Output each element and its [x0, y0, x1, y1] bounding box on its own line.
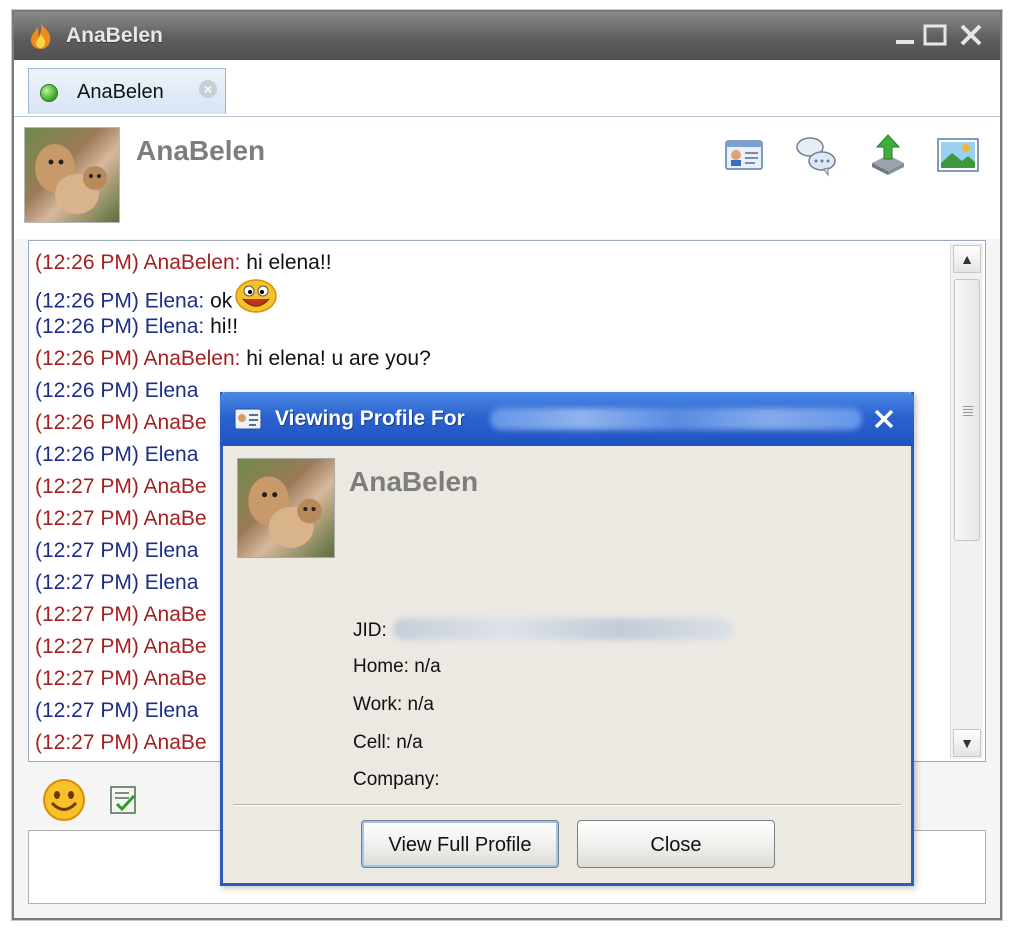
message-sender-time: (12:26 PM) AnaBelen: — [35, 347, 241, 370]
contact-name: AnaBelen — [136, 135, 266, 166]
app-flame-icon — [28, 22, 54, 56]
chat-message: (12:26 PM) Elena: ok — [35, 279, 945, 313]
tab-anabelen[interactable]: AnaBelen × — [28, 68, 226, 114]
chat-message: (12:26 PM) AnaBelen: hi elena! u are you… — [35, 343, 945, 375]
message-sender-time: (12:27 PM) AnaBe — [35, 635, 207, 658]
home-field: Home: n/a — [353, 656, 441, 677]
message-sender-time: (12:27 PM) AnaBe — [35, 731, 207, 754]
chat-bubbles-icon[interactable] — [794, 133, 838, 177]
transcript-scrollbar[interactable]: ▲ ▼ — [950, 243, 983, 759]
company-field: Company: — [353, 769, 440, 790]
scroll-down-button[interactable]: ▼ — [953, 729, 981, 757]
message-sender-time: (12:26 PM) AnaBe — [35, 411, 207, 434]
profile-name: AnaBelen — [349, 466, 479, 497]
chat-message: (12:26 PM) AnaBelen: hi elena!! — [35, 247, 945, 279]
contact-avatar — [24, 127, 120, 223]
message-sender-time: (12:26 PM) Elena — [35, 379, 199, 402]
message-sender-time: (12:26 PM) Elena — [35, 443, 199, 466]
maximize-button[interactable] — [922, 22, 948, 48]
jid-label: JID: — [353, 620, 387, 641]
minimize-button[interactable] — [892, 22, 918, 48]
message-sender-time: (12:27 PM) AnaBe — [35, 507, 207, 530]
cell-field: Cell: n/a — [353, 732, 423, 753]
dialog-titlebar[interactable]: Viewing Profile For — [220, 392, 914, 446]
work-field: Work: n/a — [353, 694, 434, 715]
redacted-jid-title — [490, 408, 862, 430]
profile-card-icon — [234, 408, 262, 435]
message-sender-time: (12:27 PM) Elena — [35, 539, 199, 562]
message-text: hi elena!! — [240, 251, 332, 274]
dialog-title: Viewing Profile For — [275, 407, 465, 430]
dialog-separator — [233, 804, 901, 806]
scroll-thumb[interactable] — [954, 279, 980, 541]
message-sender-time: (12:27 PM) AnaBe — [35, 475, 207, 498]
send-file-icon[interactable] — [866, 133, 910, 177]
conversation-tabstrip: AnaBelen × — [14, 60, 1000, 117]
tab-label: AnaBelen — [77, 81, 164, 103]
contact-card-icon[interactable] — [722, 133, 766, 177]
profile-dialog: Viewing Profile For AnaBelen JID: Home: … — [220, 392, 914, 886]
message-sender-time: (12:26 PM) Elena: — [35, 289, 205, 313]
window-titlebar[interactable]: AnaBelen — [14, 12, 1000, 60]
window-title: AnaBelen — [66, 24, 163, 47]
message-sender-time: (12:27 PM) Elena — [35, 699, 199, 722]
online-status-icon — [40, 84, 58, 102]
message-text: hi!! — [204, 315, 239, 338]
smiley-emoticon-icon — [234, 279, 278, 325]
emoticon-icon[interactable] — [42, 778, 86, 827]
scroll-up-button[interactable]: ▲ — [953, 245, 981, 273]
close-window-button[interactable] — [958, 22, 984, 48]
message-sender-time: (12:26 PM) Elena: — [35, 315, 205, 338]
message-sender-time: (12:27 PM) AnaBe — [35, 603, 207, 626]
message-text: ok — [204, 289, 233, 313]
message-text: hi elena! u are you? — [240, 347, 431, 370]
close-button[interactable]: Close — [577, 820, 775, 868]
dialog-close-icon[interactable] — [870, 405, 898, 433]
redacted-jid-value — [393, 618, 733, 640]
message-sender-time: (12:26 PM) AnaBelen: — [35, 251, 241, 274]
message-sender-time: (12:27 PM) Elena — [35, 571, 199, 594]
chat-message: (12:26 PM) Elena: hi!! — [35, 311, 945, 343]
tab-close-icon[interactable]: × — [199, 80, 217, 98]
message-sender-time: (12:27 PM) AnaBe — [35, 667, 207, 690]
contact-header: AnaBelen — [14, 117, 1000, 239]
spellcheck-icon[interactable] — [108, 784, 140, 821]
picture-icon[interactable] — [936, 133, 980, 177]
profile-avatar — [237, 458, 335, 558]
view-full-profile-button[interactable]: View Full Profile — [361, 820, 559, 868]
